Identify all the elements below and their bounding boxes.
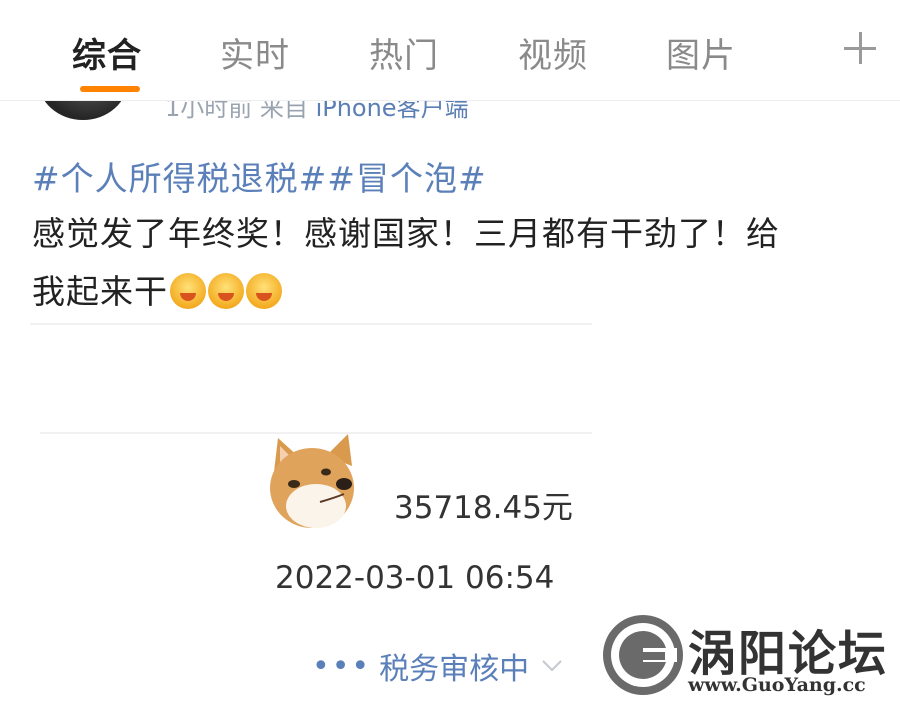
tab-realtime[interactable]: 实时: [220, 28, 290, 77]
plus-icon[interactable]: [842, 30, 878, 66]
post-hashtags[interactable]: #个人所得税退税##冒个泡#: [32, 152, 487, 200]
post-body: 感觉发了年终奖！感谢国家！三月都有干劲了！给 我起来干: [32, 205, 872, 321]
more-dots-icon: •••: [312, 648, 372, 684]
refund-amount: 35718.45元: [394, 490, 573, 526]
active-tab-indicator: [80, 86, 140, 92]
refund-status-label: 税务审核中: [379, 652, 530, 687]
watermark: 涡阳论坛 www.GuoYang.cc: [600, 608, 900, 708]
tab-images[interactable]: 图片: [666, 28, 736, 77]
tab-comprehensive[interactable]: 综合: [72, 28, 142, 77]
tab-video[interactable]: 视频: [518, 28, 588, 77]
watermark-url: www.GuoYang.cc: [688, 674, 866, 696]
post-body-line-1: 感觉发了年终奖！感谢国家！三月都有干劲了！给: [32, 214, 780, 253]
post-body-line-2-text: 我起来干: [32, 272, 168, 311]
forum-logo-icon: [603, 615, 683, 695]
refund-datetime: 2022-03-01 06:54: [275, 560, 555, 596]
hug-emoji-icon: [246, 273, 282, 309]
post-body-line-2: 我起来干: [32, 263, 872, 321]
refund-status[interactable]: ••• 税务审核中: [312, 644, 563, 688]
hug-emoji-icon: [208, 273, 244, 309]
shiba-doge-icon: [270, 434, 354, 528]
chevron-down-icon: [542, 660, 562, 672]
tab-hot[interactable]: 热门: [369, 28, 439, 77]
divider: [30, 323, 592, 325]
tab-bar: 综合 实时 热门 视频 图片: [0, 0, 900, 101]
hug-emoji-icon: [170, 273, 206, 309]
